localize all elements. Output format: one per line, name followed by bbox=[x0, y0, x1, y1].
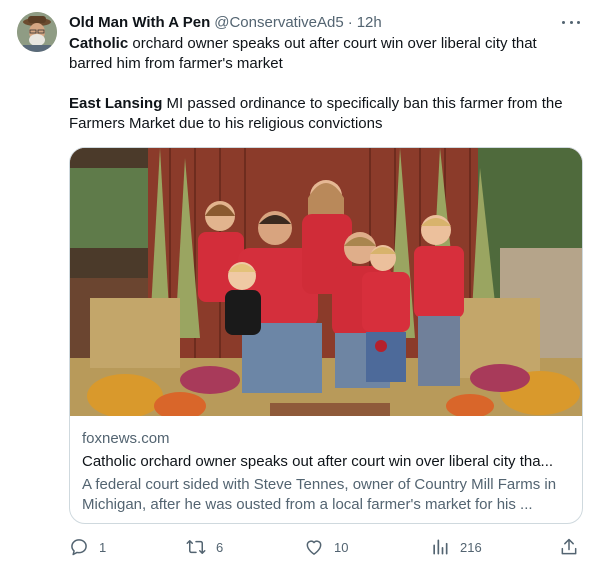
tweet[interactable]: Old Man With A Pen @ConservativeAd5 · 12… bbox=[0, 0, 598, 569]
like-button[interactable]: 10 bbox=[304, 537, 348, 557]
share-icon bbox=[561, 538, 577, 555]
link-card[interactable]: foxnews.com Catholic orchard owner speak… bbox=[69, 147, 583, 524]
card-description: A federal court sided with Steve Tennes,… bbox=[82, 476, 557, 513]
card-image[interactable] bbox=[70, 148, 582, 416]
separator-dot: · bbox=[347, 13, 353, 31]
retweet-button[interactable]: 6 bbox=[186, 537, 223, 557]
tweet-paragraph-1-text: orchard owner speaks out after court win… bbox=[69, 35, 537, 72]
heart-icon bbox=[306, 540, 322, 555]
views-count: 216 bbox=[460, 539, 482, 555]
family-photo bbox=[70, 148, 582, 416]
share-button[interactable] bbox=[559, 537, 579, 557]
place-east-lansing: East Lansing bbox=[69, 95, 163, 112]
views-button[interactable]: 216 bbox=[430, 537, 482, 557]
more-options-icon[interactable] bbox=[562, 14, 580, 30]
tweet-text: Catholic orchard owner speaks out after … bbox=[69, 34, 579, 134]
avatar[interactable] bbox=[17, 12, 57, 52]
card-body[interactable]: foxnews.com Catholic orchard owner speak… bbox=[82, 429, 572, 515]
tweet-header: Old Man With A Pen @ConservativeAd5 · 12… bbox=[69, 12, 582, 32]
views-icon bbox=[433, 539, 448, 555]
avatar-image bbox=[17, 12, 57, 52]
hashtag-catholic: Catholic bbox=[69, 35, 129, 52]
reply-icon bbox=[71, 539, 87, 556]
reply-button[interactable]: 1 bbox=[69, 537, 106, 557]
retweet-count: 6 bbox=[216, 539, 224, 555]
timestamp[interactable]: 12h bbox=[357, 14, 382, 31]
like-count: 10 bbox=[334, 539, 349, 555]
card-domain: foxnews.com bbox=[82, 430, 170, 447]
tweet-paragraph-1: Catholic orchard owner speaks out after … bbox=[69, 34, 579, 74]
retweet-icon bbox=[186, 540, 206, 554]
author-handle[interactable]: @ConservativeAd5 bbox=[214, 14, 343, 31]
reply-count: 1 bbox=[99, 539, 107, 555]
action-bar: 1 6 10 216 bbox=[69, 537, 582, 557]
author-name[interactable]: Old Man With A Pen bbox=[69, 14, 210, 31]
tweet-paragraph-2: East Lansing MI passed ordinance to spec… bbox=[69, 94, 579, 134]
card-title[interactable]: Catholic orchard owner speaks out after … bbox=[82, 452, 572, 472]
